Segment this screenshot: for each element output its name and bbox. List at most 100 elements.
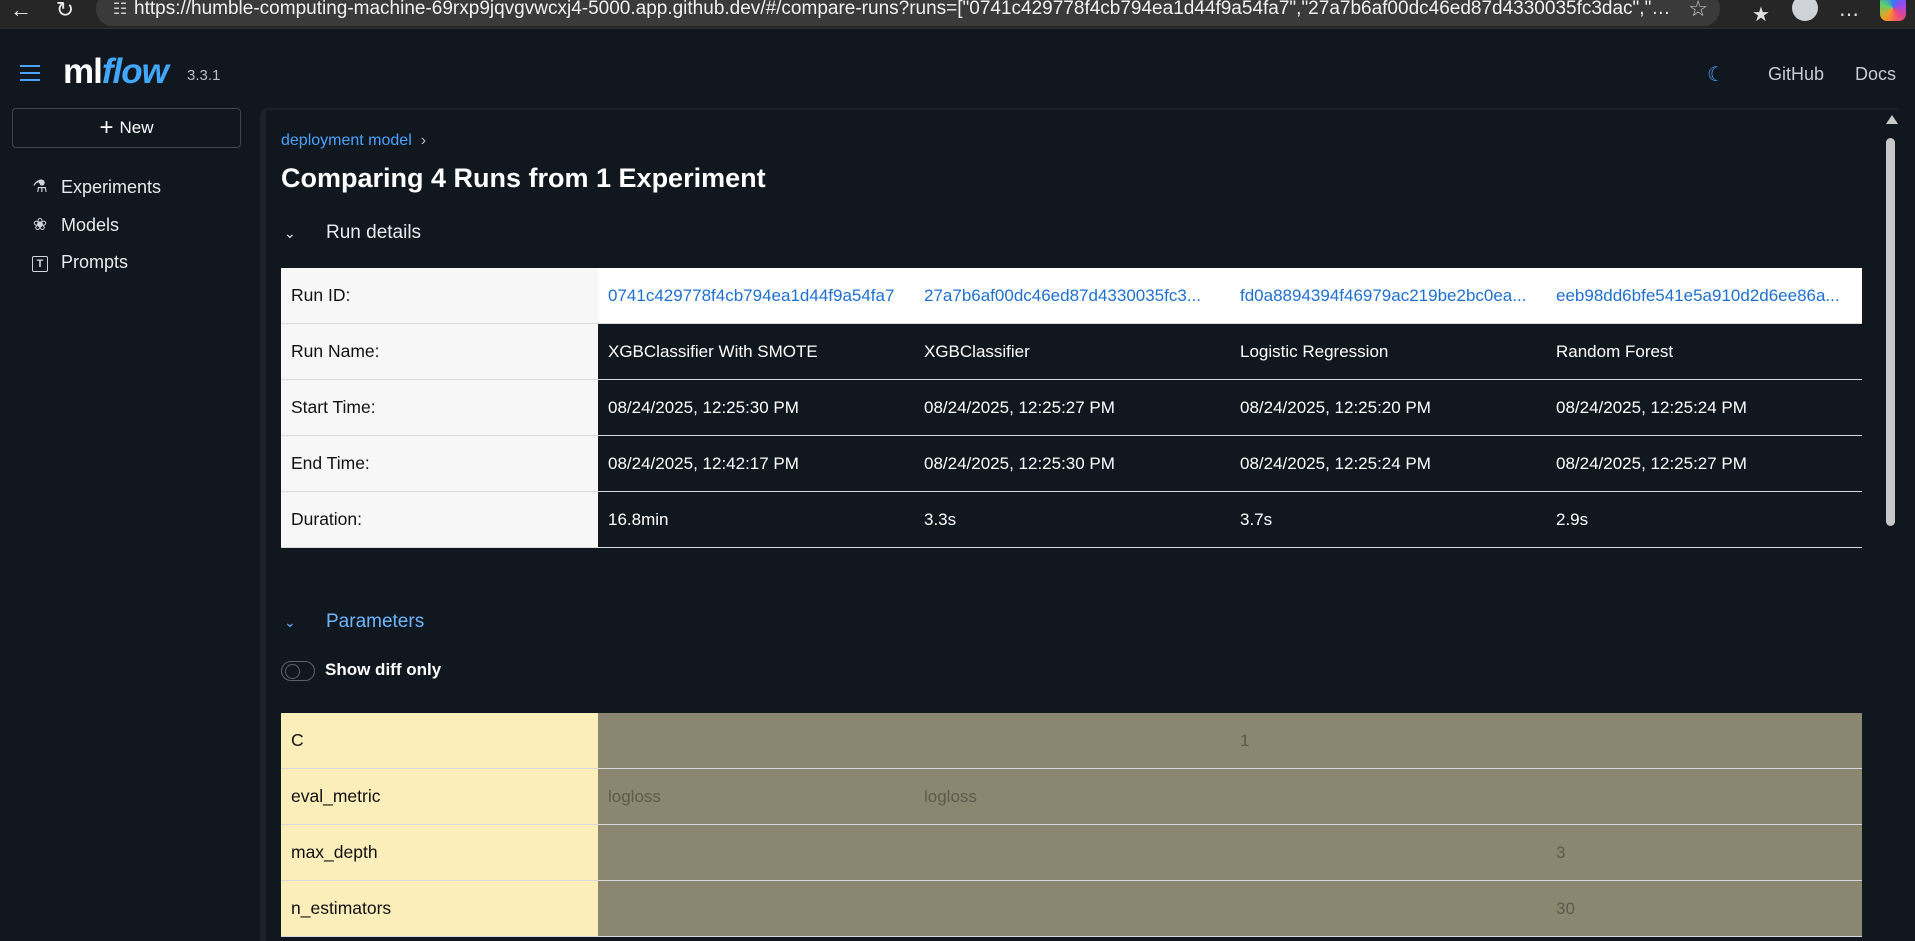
duration-cell: 2.9s [1546, 491, 1862, 548]
section-title: Parameters [326, 611, 425, 632]
breadcrumb-link[interactable]: deployment model [281, 132, 412, 149]
chevron-down-icon: ⌄ [284, 224, 296, 241]
param-value [598, 880, 914, 937]
menu-icon[interactable] [20, 65, 40, 86]
table-row: C 1 [281, 713, 1862, 769]
address-bar[interactable]: ☷ https://humble-computing-machine-69rxp… [96, 0, 1720, 26]
start-time-cell: 08/24/2025, 12:25:24 PM [1546, 379, 1862, 436]
param-value [914, 824, 1230, 881]
table-row: Duration: 16.8min 3.3s 3.7s 2.9s [281, 491, 1862, 548]
param-name: C [281, 713, 598, 769]
sidebar-item-label: Prompts [61, 251, 129, 272]
param-name: eval_metric [281, 768, 598, 825]
section-title: Run details [326, 222, 422, 243]
url-text: https://humble-computing-machine-69rxp9j… [134, 0, 1674, 19]
breadcrumb: deployment model › [281, 132, 426, 150]
param-value [1230, 824, 1546, 881]
models-icon: ❀ [32, 215, 48, 234]
param-value: logloss [914, 768, 1230, 825]
app-header: mlflow 3.3.1 ☾ GitHub Docs [0, 28, 1915, 111]
start-time-cell: 08/24/2025, 12:25:20 PM [1230, 379, 1546, 436]
table-row: Run Name: XGBClassifier With SMOTE XGBCl… [281, 323, 1862, 380]
end-time-cell: 08/24/2025, 12:25:30 PM [914, 435, 1230, 492]
scroll-up-arrow-icon[interactable] [1886, 115, 1898, 124]
chevron-right-icon: › [420, 132, 427, 149]
dark-mode-toggle-icon[interactable]: ☾ [1707, 62, 1725, 87]
row-label: End Time: [281, 435, 598, 492]
mlflow-logo[interactable]: mlflow [63, 52, 169, 92]
plus-icon: + [99, 114, 114, 141]
favorites-icon[interactable]: ★ [1739, 2, 1783, 27]
back-icon[interactable]: ← [6, 0, 36, 24]
run-details-table: Run ID: 0741c429778f4cb794ea1d44f9a54fa7… [281, 268, 1862, 548]
row-label: Run ID: [281, 268, 598, 324]
param-value [1230, 880, 1546, 937]
run-id-link[interactable]: fd0a8894394f46979ac219be2bc0ea... [1230, 268, 1546, 324]
show-diff-label: Show diff only [325, 660, 442, 679]
run-id-link[interactable]: 27a7b6af00dc46ed87d4330035fc3... [914, 268, 1230, 324]
param-value: 30 [1546, 880, 1862, 937]
table-row: End Time: 08/24/2025, 12:42:17 PM 08/24/… [281, 435, 1862, 492]
chevron-down-icon: ⌄ [284, 613, 296, 630]
run-name-cell: XGBClassifier With SMOTE [598, 323, 914, 380]
param-value [598, 713, 914, 769]
new-button[interactable]: + New [12, 108, 241, 148]
table-row: eval_metric logloss logloss [281, 768, 1862, 825]
param-name: max_depth [281, 824, 598, 881]
param-name: n_estimators [281, 880, 598, 937]
run-name-cell: Logistic Regression [1230, 323, 1546, 380]
favorite-star-icon[interactable]: ☆ [1688, 0, 1708, 22]
parameters-table: C 1 eval_metric logloss logloss max_dept… [281, 713, 1862, 937]
param-value: 3 [1546, 824, 1862, 881]
row-label: Start Time: [281, 379, 598, 436]
start-time-cell: 08/24/2025, 12:25:30 PM [598, 379, 914, 436]
start-time-cell: 08/24/2025, 12:25:27 PM [914, 379, 1230, 436]
flask-icon: ⚗ [32, 177, 48, 196]
profile-icon[interactable] [1783, 0, 1827, 30]
prompts-icon: T [30, 252, 50, 272]
new-button-label: New [119, 118, 154, 137]
run-details-section-toggle[interactable]: ⌄ Run details [284, 222, 421, 244]
table-row: max_depth 3 [281, 824, 1862, 881]
reload-icon[interactable]: ↻ [50, 0, 80, 24]
table-row: n_estimators 30 [281, 880, 1862, 937]
site-info-icon[interactable]: ☷ [106, 0, 134, 19]
end-time-cell: 08/24/2025, 12:25:24 PM [1230, 435, 1546, 492]
param-value: 1 [1230, 713, 1546, 769]
param-value [914, 880, 1230, 937]
param-value [598, 824, 914, 881]
docs-link[interactable]: Docs [1855, 64, 1896, 85]
duration-cell: 16.8min [598, 491, 914, 548]
browser-toolbar: ← ↻ ☷ https://humble-computing-machine-6… [0, 0, 1915, 28]
row-label: Run Name: [281, 323, 598, 380]
param-value [1546, 768, 1862, 825]
param-value [1546, 713, 1862, 769]
table-row: Start Time: 08/24/2025, 12:25:30 PM 08/2… [281, 379, 1862, 436]
copilot-icon[interactable] [1871, 0, 1915, 30]
sidebar-item-experiments[interactable]: ⚗ Experiments [30, 173, 161, 201]
run-name-cell: Random Forest [1546, 323, 1862, 380]
param-value: logloss [598, 768, 914, 825]
scrollbar-thumb[interactable] [1886, 138, 1895, 526]
param-value [1230, 768, 1546, 825]
sidebar-item-prompts[interactable]: T Prompts [30, 248, 128, 276]
version-label: 3.3.1 [187, 67, 221, 84]
duration-cell: 3.3s [914, 491, 1230, 548]
sidebar-item-models[interactable]: ❀ Models [30, 211, 119, 239]
more-options-icon[interactable]: ⋯ [1827, 2, 1871, 27]
page-title: Comparing 4 Runs from 1 Experiment [281, 163, 766, 193]
end-time-cell: 08/24/2025, 12:42:17 PM [598, 435, 914, 492]
run-id-link[interactable]: eeb98dd6bfe541e5a910d2d6ee86a... [1546, 268, 1862, 324]
github-link[interactable]: GitHub [1768, 64, 1824, 85]
sidebar-item-label: Models [61, 214, 120, 235]
end-time-cell: 08/24/2025, 12:25:27 PM [1546, 435, 1862, 492]
parameters-section-toggle[interactable]: ⌄ Parameters [284, 611, 424, 633]
duration-cell: 3.7s [1230, 491, 1546, 548]
show-diff-toggle[interactable] [281, 661, 315, 681]
row-label: Duration: [281, 491, 598, 548]
run-name-cell: XGBClassifier [914, 323, 1230, 380]
param-value [914, 713, 1230, 769]
run-id-link[interactable]: 0741c429778f4cb794ea1d44f9a54fa7 [598, 268, 914, 324]
sidebar-item-label: Experiments [61, 176, 162, 197]
table-row: Run ID: 0741c429778f4cb794ea1d44f9a54fa7… [281, 268, 1862, 324]
